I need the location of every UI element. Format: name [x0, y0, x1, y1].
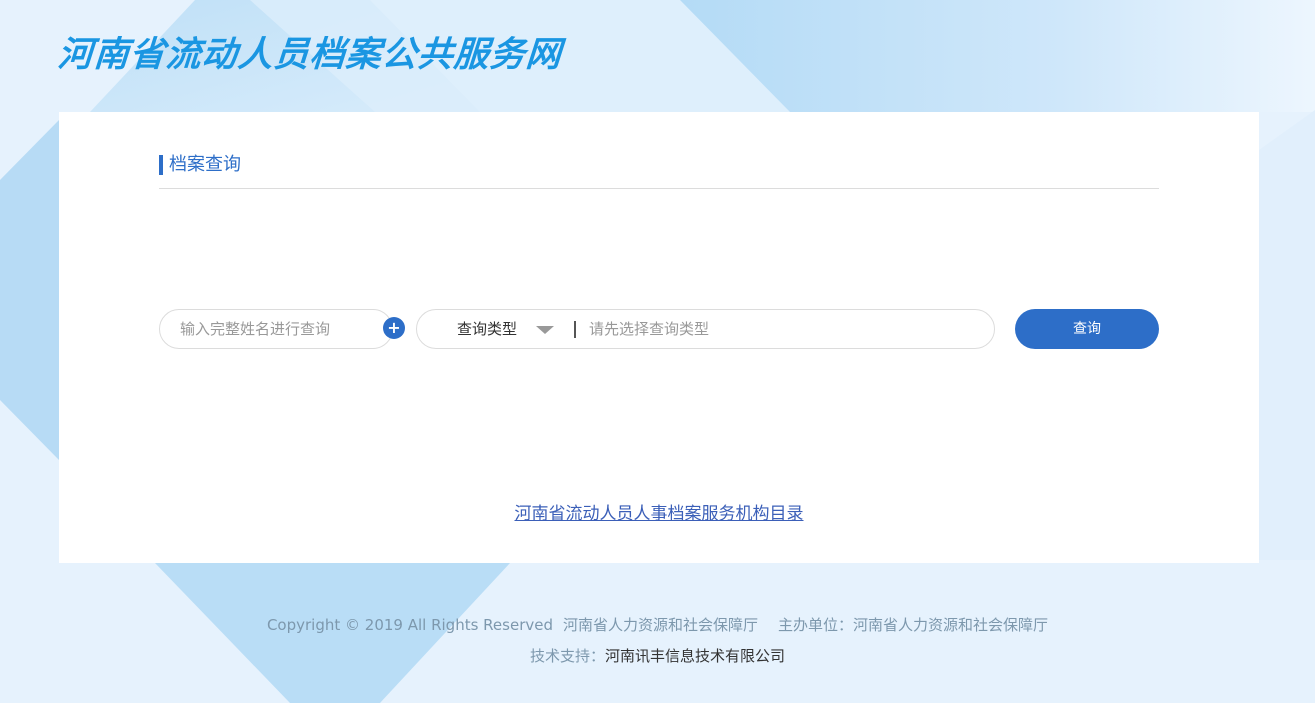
copyright-text: Copyright © 2019 All Rights Reserved	[266, 616, 553, 634]
site-title: 河南省流动人员档案公共服务网	[56, 35, 564, 75]
add-condition-button[interactable]: +	[383, 317, 405, 339]
query-type-value-input[interactable]	[589, 310, 969, 348]
section-bar	[159, 155, 163, 175]
query-type-group: 查询类型	[416, 309, 995, 349]
owner-text: 河南省人力资源和社会保障厅	[563, 616, 759, 634]
search-button[interactable]: 查询	[1015, 309, 1159, 349]
service-directory-link[interactable]: 河南省流动人员人事档案服务机构目录	[59, 499, 1259, 524]
query-card: 档案查询 + 查询类型 查询 河南省流动人员人事档案服务机构目录	[59, 112, 1259, 563]
support-text: 河南讯丰信息技术有限公司	[605, 647, 786, 665]
sponsor-text: 河南省人力资源和社会保障厅	[853, 616, 1049, 634]
footer-copyright-line: Copyright © 2019 All Rights Reserved 河南省人…	[0, 612, 1315, 638]
query-type-select[interactable]: 查询类型	[457, 310, 517, 348]
footer-support-line: 技术支持：河南讯丰信息技术有限公司	[0, 643, 1315, 669]
query-type-label: 查询类型	[457, 320, 518, 338]
support-label: 技术支持：	[529, 647, 605, 665]
chevron-down-icon[interactable]	[536, 326, 554, 334]
divider	[574, 321, 576, 338]
name-search-input[interactable]	[159, 309, 393, 349]
section-header: 档案查询	[159, 154, 1159, 189]
section-title: 档案查询	[169, 154, 241, 175]
sponsor-label: 主办单位：	[778, 616, 854, 634]
footer: Copyright © 2019 All Rights Reserved 河南省人…	[0, 612, 1315, 669]
